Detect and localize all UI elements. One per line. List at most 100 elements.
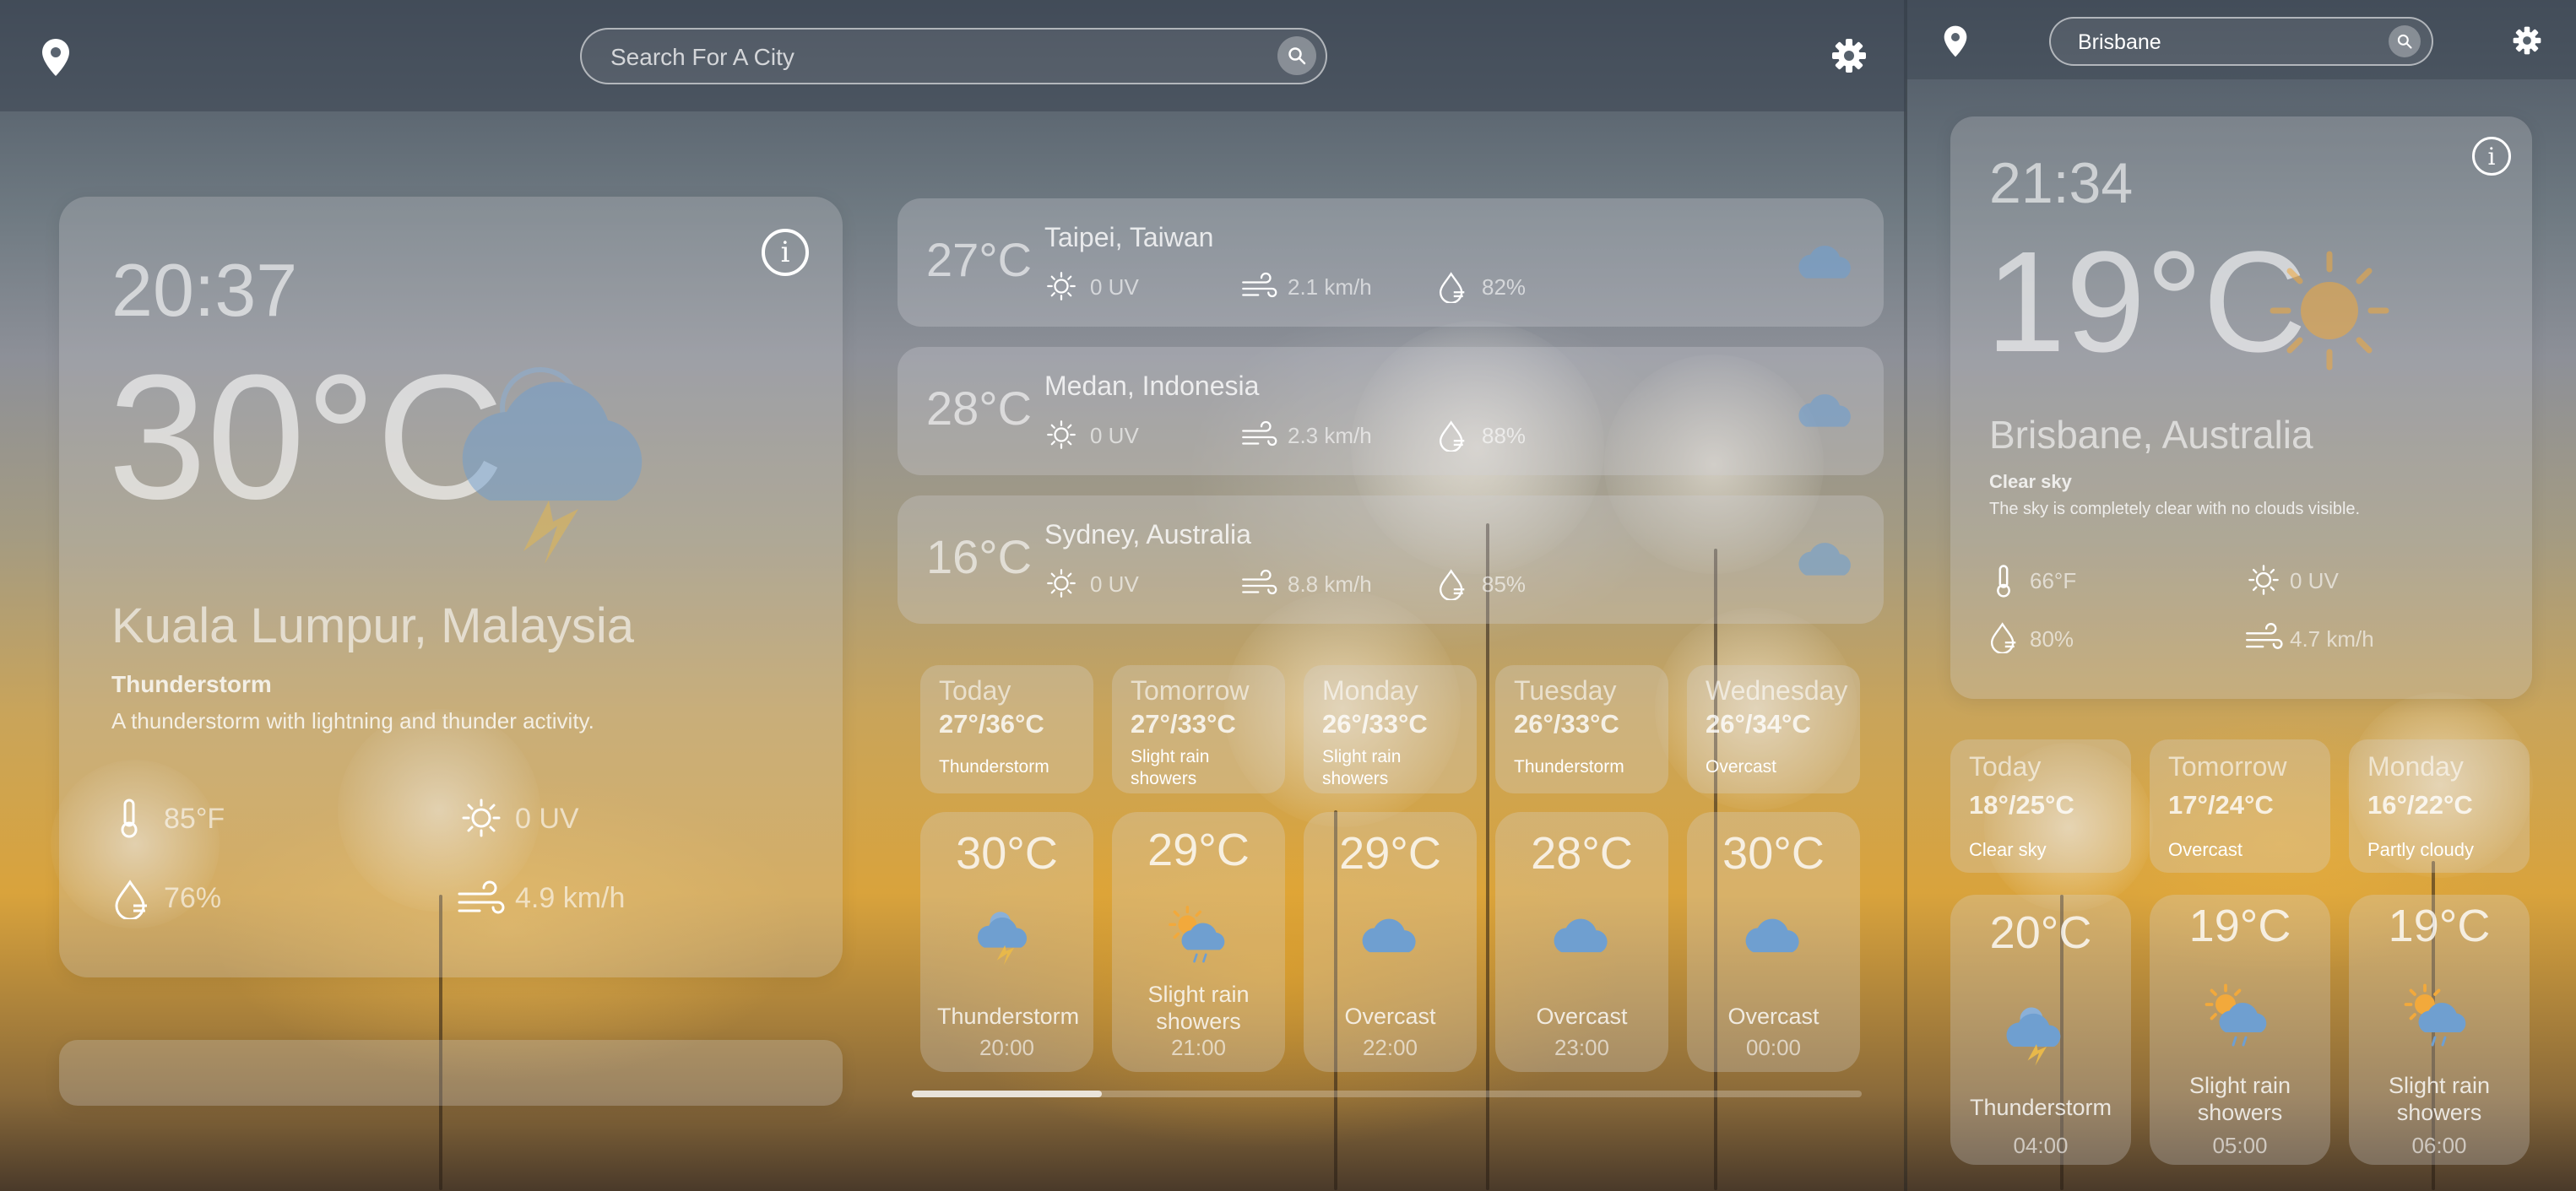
hourly-forecast-card[interactable]: 29°C Overcast 22:00 [1304, 812, 1477, 1072]
wind-icon [2246, 623, 2283, 649]
forecast-condition: Partly cloudy [2367, 839, 2474, 860]
hourly-time: 04:00 [2013, 1133, 2069, 1158]
forecast-condition: Overcast [1706, 757, 1777, 777]
city-name: Brisbane, Australia [1989, 413, 2313, 457]
location-pin-icon[interactable] [41, 37, 71, 82]
weather-description: A thunderstorm with lightning and thunde… [111, 708, 594, 734]
hourly-forecast-card[interactable]: 30°C Thunderstorm 20:00 [920, 812, 1093, 1072]
city-uv: 0 UV [1090, 423, 1139, 448]
settings-button[interactable] [1830, 37, 1868, 78]
info-icon: i [2487, 142, 2496, 171]
city-uv: 0 UV [1090, 571, 1139, 597]
daily-forecast-card[interactable]: Monday 16°/22°C Partly cloudy [2349, 739, 2530, 873]
humidity-value: 80% [2030, 626, 2074, 652]
forecast-condition: Slight rain showers [1322, 747, 1402, 789]
search-button[interactable] [1277, 36, 1316, 75]
window-divider [1904, 0, 1907, 1191]
uv-index: 0 UV [515, 803, 579, 835]
forecast-day: Wednesday [1706, 675, 1848, 706]
forecast-range: 26°/33°C [1514, 709, 1619, 739]
current-temperature: 19°C [1986, 222, 2307, 382]
hourly-condition: Thunderstorm [1969, 1095, 2112, 1120]
forecast-range: 27°/36°C [939, 709, 1044, 739]
settings-button-right[interactable] [2512, 25, 2542, 60]
search-input[interactable] [609, 30, 1170, 84]
humidity-drop-icon [1438, 568, 1468, 604]
search-button-right[interactable] [2389, 25, 2421, 57]
daily-forecast-card[interactable]: Monday 26°/33°C Slight rain showers [1304, 665, 1477, 793]
hourly-condition: Slight rain showers [2188, 1073, 2291, 1126]
search-icon [2397, 34, 2412, 49]
humidity-drop-icon [115, 880, 147, 919]
temperature-fahrenheit: 85°F [164, 803, 225, 835]
daily-forecast-card[interactable]: Tomorrow 17°/24°C Overcast [2150, 739, 2330, 873]
daily-forecast-card[interactable]: Today 18°/25°C Clear sky [1950, 739, 2131, 873]
hourly-forecast-card[interactable]: 30°C Overcast 00:00 [1687, 812, 1860, 1072]
forecast-range: 18°/25°C [1969, 790, 2074, 820]
cloud-icon [1792, 229, 1860, 300]
hourly-temperature: 29°C [1147, 825, 1250, 875]
cloud-icon [1792, 526, 1860, 598]
forecast-day: Today [1969, 751, 2042, 782]
location-pin-icon-right[interactable] [1943, 24, 1968, 62]
saved-city-row[interactable]: 28°C Medan, Indonesia 0 UV 2.3 km/h 88% [898, 347, 1884, 475]
hourly-temperature: 19°C [2188, 901, 2291, 951]
daily-forecast-card[interactable]: Wednesday 26°/34°C Overcast [1687, 665, 1860, 793]
hourly-condition: Overcast [1344, 1004, 1436, 1029]
hourly-scrollbar-thumb[interactable] [912, 1091, 1102, 1097]
search-input-right[interactable] [2076, 19, 2366, 66]
hourly-temperature: 30°C [956, 828, 1058, 879]
uv-sun-icon [2248, 565, 2279, 595]
forecast-range: 16°/22°C [2367, 790, 2473, 820]
sun-icon [2270, 251, 2389, 371]
hourly-temperature: 28°C [1531, 828, 1633, 879]
info-icon: i [780, 235, 790, 269]
hourly-forecast-card[interactable]: 29°C Slight rain showers 21:00 [1112, 812, 1285, 1072]
hourly-temperature: 30°C [1722, 828, 1825, 879]
cloud-icon [1792, 377, 1860, 449]
daily-forecast-card[interactable]: Today 27°/36°C Thunderstorm [920, 665, 1093, 793]
forecast-day: Monday [2367, 751, 2464, 782]
wind-icon [1240, 568, 1277, 603]
city-name: Kuala Lumpur, Malaysia [111, 598, 634, 653]
daily-forecast-card[interactable]: Tomorrow 27°/33°C Slight rain showers [1112, 665, 1285, 793]
hourly-time: 00:00 [1745, 1035, 1802, 1060]
hourly-condition: Overcast [1727, 1004, 1819, 1029]
wind-speed: 4.9 km/h [515, 882, 626, 914]
hourly-time: 06:00 [2411, 1133, 2467, 1158]
uv-sun-icon [462, 799, 501, 837]
weather-condition: Clear sky [1989, 471, 2072, 492]
humidity-value: 76% [164, 882, 222, 914]
city-humidity: 82% [1482, 274, 1527, 300]
forecast-day: Tomorrow [1131, 675, 1250, 706]
weather-condition: Thunderstorm [111, 671, 272, 697]
uv-sun-icon [1046, 568, 1076, 603]
sun-rain-cloud-icon [2200, 979, 2276, 1059]
local-time: 21:34 [1989, 151, 2134, 215]
hourly-condition: Thunderstorm [937, 1004, 1080, 1029]
forecast-condition: Thunderstorm [939, 757, 1049, 777]
hourly-temperature: 19°C [2388, 901, 2491, 951]
city-wind: 2.1 km/h [1288, 274, 1372, 300]
info-button[interactable]: i [2472, 137, 2511, 176]
saved-city-row[interactable]: 27°C Taipei, Taiwan 0 UV 2.1 km/h 82% [898, 198, 1884, 327]
daily-forecast-card[interactable]: Tuesday 26°/33°C Thunderstorm [1495, 665, 1668, 793]
city-temperature: 27°C [926, 233, 1033, 286]
info-button[interactable]: i [762, 229, 809, 276]
hourly-forecast-card[interactable]: 20°C Thunderstorm 04:00 [1950, 895, 2131, 1165]
hourly-forecast-card[interactable]: 19°C Slight rain showers 05:00 [2150, 895, 2330, 1165]
forecast-range: 26°/34°C [1706, 709, 1811, 739]
hourly-forecast-card[interactable]: 19°C Slight rain showers 06:00 [2349, 895, 2530, 1165]
humidity-drop-icon [1438, 271, 1468, 307]
city-name: Sydney, Australia [1044, 519, 1251, 549]
city-temperature: 16°C [926, 530, 1033, 583]
saved-city-row[interactable]: 16°C Sydney, Australia 0 UV 8.8 km/h 85% [898, 495, 1884, 624]
forecast-day: Tuesday [1514, 675, 1617, 706]
wind-icon [1240, 420, 1277, 454]
forecast-day: Tomorrow [2168, 751, 2287, 782]
forecast-day: Monday [1322, 675, 1418, 706]
city-name: Taipei, Taiwan [1044, 222, 1214, 252]
city-wind: 8.8 km/h [1288, 571, 1372, 597]
hourly-condition: Overcast [1536, 1004, 1628, 1029]
hourly-forecast-card[interactable]: 28°C Overcast 23:00 [1495, 812, 1668, 1072]
